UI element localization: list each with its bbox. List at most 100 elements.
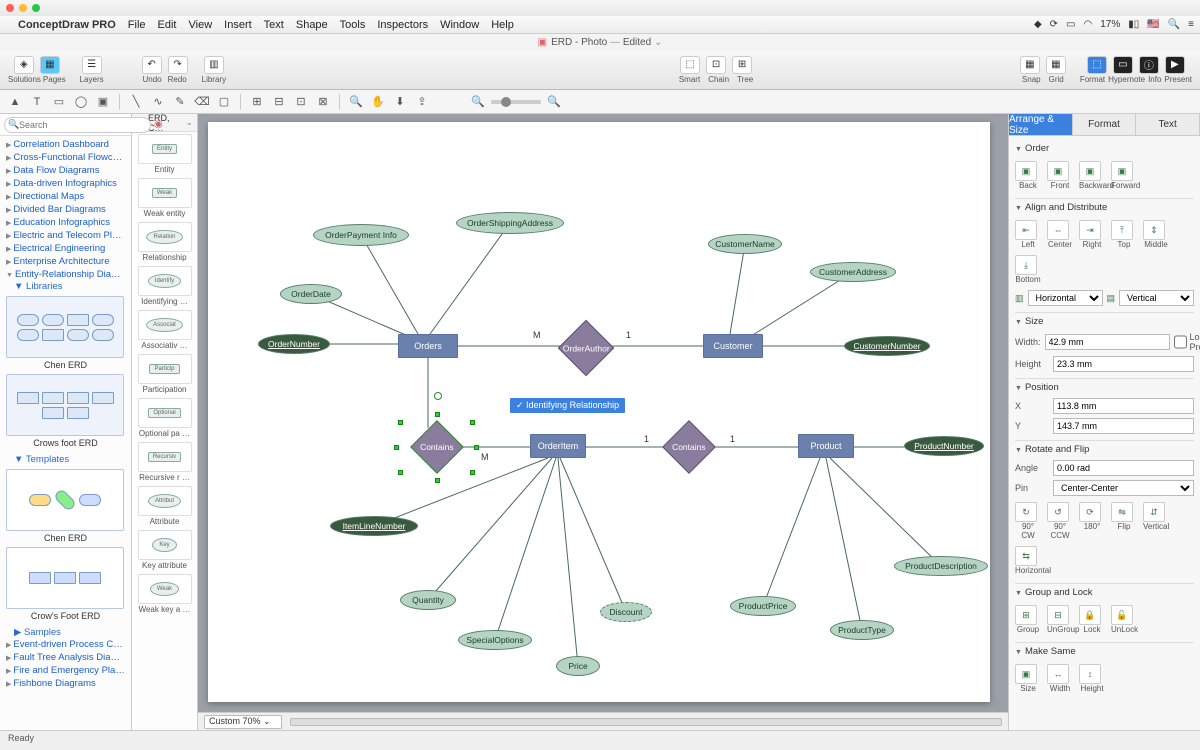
tree-item[interactable]: ▶Education Infographics <box>0 216 131 229</box>
share-icon[interactable]: ⇪ <box>413 93 431 111</box>
tree-item[interactable]: ▶Electric and Telecom Plans <box>0 229 131 242</box>
search-input[interactable] <box>4 117 151 133</box>
lib-item[interactable]: EntityEntity <box>134 134 195 174</box>
lock-prop-checkbox[interactable] <box>1174 334 1187 350</box>
rotate-handle[interactable] <box>434 392 442 400</box>
lib-item[interactable]: KeyKey attribute <box>134 530 195 570</box>
attribute[interactable]: ProductType <box>830 620 894 640</box>
tree-item[interactable]: ▶Electrical Engineering <box>0 242 131 255</box>
attribute[interactable]: ItemLineNumber <box>330 516 418 536</box>
tree-item[interactable]: ▶Enterprise Architecture <box>0 255 131 268</box>
menu-help[interactable]: Help <box>491 19 514 31</box>
pointer-tool[interactable]: ▲ <box>6 93 24 111</box>
selection-handle[interactable] <box>435 412 440 417</box>
tree-sub-samples[interactable]: ▶ Samples <box>0 627 131 638</box>
tree-item[interactable]: ▶Correlation Dashboard <box>0 138 131 151</box>
attribute[interactable]: Quantity <box>400 590 456 610</box>
undo-button[interactable]: ↶ <box>142 56 162 74</box>
tree-item[interactable]: ▶Divided Bar Diagrams <box>0 203 131 216</box>
wifi-icon[interactable]: ◠ <box>1083 19 1092 30</box>
close-window-icon[interactable] <box>6 4 14 12</box>
align-right-button[interactable]: ⇥ <box>1079 220 1101 240</box>
relationship[interactable]: Contains <box>410 420 464 474</box>
present-button[interactable]: ▶ <box>1165 56 1185 74</box>
fill-tool[interactable]: ▣ <box>94 93 112 111</box>
solutions-tree[interactable]: ▶Correlation Dashboard▶Cross-Functional … <box>0 136 131 730</box>
rect-tool[interactable]: ▭ <box>50 93 68 111</box>
tree-item[interactable]: ▶Event-driven Process Chain <box>0 638 131 651</box>
redo-button[interactable]: ↷ <box>168 56 188 74</box>
text-tool[interactable]: T <box>28 93 46 111</box>
align-middle-button[interactable]: ⇕ <box>1143 220 1165 240</box>
menu-tools[interactable]: Tools <box>340 19 366 31</box>
zoom-out-btn[interactable]: 🔍 <box>469 93 487 111</box>
attribute[interactable]: OrderShippingAddress <box>456 212 564 234</box>
layers-button[interactable]: ☰ <box>82 56 102 74</box>
tree-item[interactable]: ▶Data-driven Infographics <box>0 177 131 190</box>
attribute[interactable]: Price <box>556 656 600 676</box>
height-input[interactable] <box>1053 356 1194 372</box>
tree-sub-templates[interactable]: ▼ Templates <box>0 454 131 465</box>
zoom-slider[interactable] <box>491 100 541 104</box>
sync-icon[interactable]: ⟳ <box>1050 19 1058 30</box>
ungroup-button[interactable]: ⊟ <box>1047 605 1069 625</box>
format-button[interactable]: ⬚ <box>1087 56 1107 74</box>
snap-button[interactable]: ▦ <box>1020 56 1040 74</box>
attribute[interactable]: SpecialOptions <box>458 630 532 650</box>
tree-item[interactable]: ▶Fire and Emergency Plans <box>0 664 131 677</box>
align-top-button[interactable]: ⤒ <box>1111 220 1133 240</box>
group-tool[interactable]: ⊡ <box>292 93 310 111</box>
group-button[interactable]: ⊞ <box>1015 605 1037 625</box>
align-center-button[interactable]: ⇔ <box>1047 220 1069 240</box>
lib-item[interactable]: OptionalOptional pa … <box>134 398 195 438</box>
tree-item[interactable]: ▶Cross-Functional Flowcharts <box>0 151 131 164</box>
relationship[interactable]: Contains <box>662 420 716 474</box>
lib-item[interactable]: AttributAttribute <box>134 486 195 526</box>
download-icon[interactable]: ⬇ <box>391 93 409 111</box>
attribute[interactable]: OrderDate <box>280 284 342 304</box>
same-width-button[interactable]: ↔ <box>1047 664 1069 684</box>
tree-item-erd[interactable]: ▼Entity-Relationship Diagram <box>0 268 131 281</box>
same-height-button[interactable]: ↕ <box>1079 664 1101 684</box>
flip-button[interactable]: ⇋ <box>1111 502 1133 522</box>
menu-window[interactable]: Window <box>440 19 479 31</box>
attribute[interactable]: ProductDescription <box>894 556 988 576</box>
canvas[interactable]: OrdersCustomerOrderItemProductOrderPayme… <box>198 114 1008 730</box>
zoom-select[interactable]: Custom 70% ⌄ <box>204 715 282 729</box>
menu-file[interactable]: File <box>128 19 146 31</box>
info-button[interactable]: ⓘ <box>1139 56 1159 74</box>
solutions-button[interactable]: ◈ <box>14 56 34 74</box>
menu-view[interactable]: View <box>189 19 213 31</box>
tree-button[interactable]: ⊞ <box>732 56 752 74</box>
thumb-crows2[interactable] <box>6 547 124 609</box>
entity-orderitem[interactable]: OrderItem <box>530 434 586 458</box>
selection-handle[interactable] <box>470 420 475 425</box>
angle-input[interactable] <box>1053 460 1194 476</box>
selection-handle[interactable] <box>394 445 399 450</box>
pin-select[interactable]: Center-Center <box>1053 480 1194 496</box>
hypernote-button[interactable]: ▭ <box>1113 56 1133 74</box>
chain-button[interactable]: ⊡ <box>706 56 726 74</box>
pos-x-input[interactable] <box>1053 398 1194 414</box>
selection-handle[interactable] <box>398 470 403 475</box>
lib-item[interactable]: RecursivRecursive r … <box>134 442 195 482</box>
h-scrollbar[interactable] <box>290 718 1002 726</box>
thumb-chen[interactable] <box>6 296 124 358</box>
attribute[interactable]: CustomerName <box>708 234 782 254</box>
lock-button[interactable]: 🔒 <box>1079 605 1101 625</box>
attribute[interactable]: OrderPayment Info <box>313 224 409 246</box>
lib-dropdown-icon[interactable]: ⌄ <box>185 117 193 128</box>
align-tool[interactable]: ⊞ <box>248 93 266 111</box>
pages-button[interactable]: ▦ <box>40 56 60 74</box>
flip-h-button[interactable]: ⇆ <box>1015 546 1037 566</box>
lib-item[interactable]: ParticipParticipation <box>134 354 195 394</box>
library-button[interactable]: ▥ <box>204 56 224 74</box>
selection-handle[interactable] <box>470 470 475 475</box>
menu-shape[interactable]: Shape <box>296 19 328 31</box>
selection-handle[interactable] <box>474 445 479 450</box>
zoom-out-icon[interactable]: 🔍 <box>347 93 365 111</box>
entity-product[interactable]: Product <box>798 434 854 458</box>
lib-item[interactable]: RelationRelationship <box>134 222 195 262</box>
thumb-crows[interactable] <box>6 374 124 436</box>
tab-arrange[interactable]: Arrange & Size <box>1009 114 1073 135</box>
